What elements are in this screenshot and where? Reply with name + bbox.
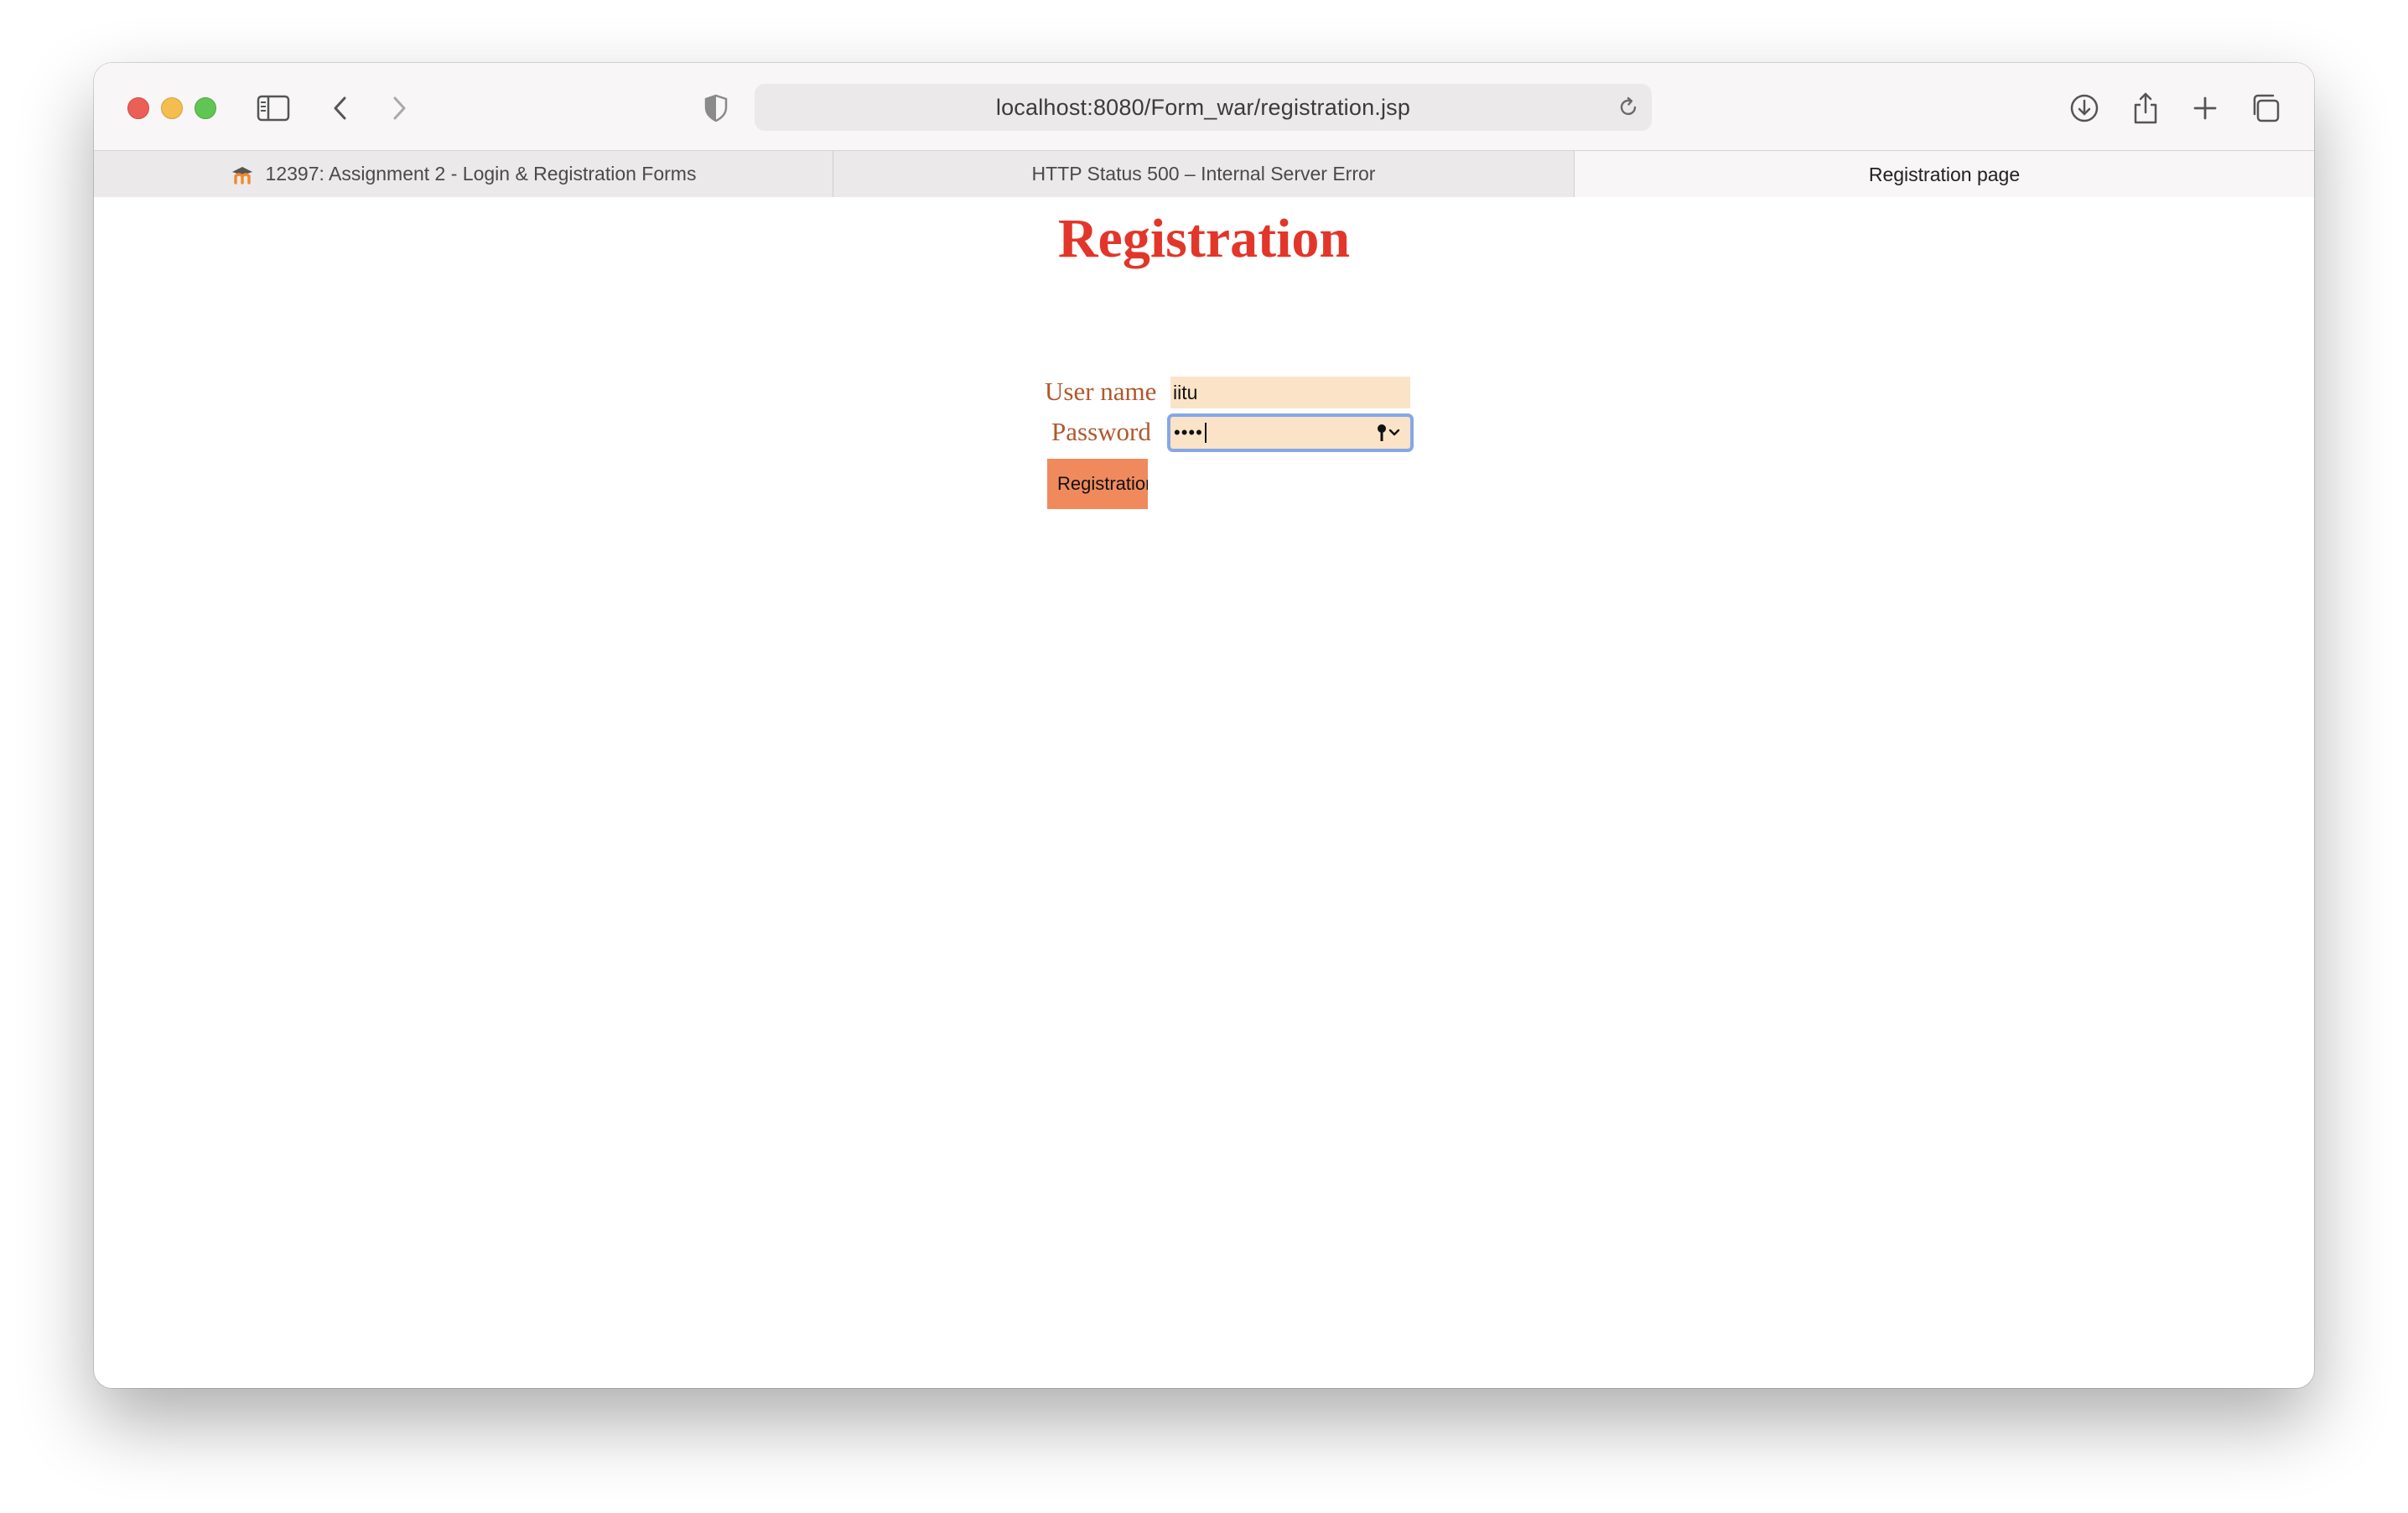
forward-icon[interactable] (382, 91, 416, 125)
page-title: Registration (1057, 208, 1351, 269)
new-tab-icon[interactable] (2188, 91, 2222, 125)
username-value: iitu (1173, 381, 1198, 403)
username-label: User name (1045, 377, 1157, 406)
tab-label: Registration page (1868, 163, 2021, 185)
password-value: •••• (1174, 422, 1203, 443)
text-caret (1204, 423, 1207, 443)
page-content: Registration User name iitu Password •••… (94, 197, 2314, 1388)
privacy-shield-icon[interactable] (699, 91, 733, 125)
tab-overview-icon[interactable] (2249, 91, 2282, 125)
downloads-icon[interactable] (2068, 91, 2101, 125)
username-input[interactable]: iitu (1170, 377, 1410, 408)
address-bar[interactable]: localhost:8080/Form_war/registration.jsp (755, 84, 1652, 131)
password-autofill-key-icon[interactable] (1375, 423, 1405, 448)
browser-window: localhost:8080/Form_war/registration.jsp (94, 63, 2314, 1388)
registration-submit-button[interactable]: Registration (1047, 459, 1148, 509)
back-icon[interactable] (324, 91, 357, 125)
share-icon[interactable] (2129, 91, 2162, 125)
password-input[interactable]: •••• (1167, 413, 1414, 452)
tab-http-error[interactable]: HTTP Status 500 – Internal Server Error (833, 151, 1575, 197)
tab-label: 12397: Assignment 2 - Login & Registrati… (265, 163, 697, 185)
tab-assignment[interactable]: 12397: Assignment 2 - Login & Registrati… (94, 151, 833, 197)
close-window-button[interactable] (127, 97, 149, 119)
reload-icon[interactable] (1617, 96, 1640, 119)
moodle-icon (231, 164, 257, 185)
sidebar-toggle-icon[interactable] (257, 91, 290, 125)
tab-label: HTTP Status 500 – Internal Server Error (1031, 163, 1376, 185)
browser-toolbar: localhost:8080/Form_war/registration.jsp (94, 63, 2314, 150)
maximize-window-button[interactable] (195, 97, 216, 119)
tab-registration-page[interactable]: Registration page (1575, 151, 2314, 198)
password-label: Password (1051, 417, 1151, 446)
minimize-window-button[interactable] (161, 97, 183, 119)
url-text: localhost:8080/Form_war/registration.jsp (995, 94, 1411, 120)
registration-button-label: Registration (1057, 473, 1148, 494)
tab-bar: 12397: Assignment 2 - Login & Registrati… (94, 150, 2314, 198)
